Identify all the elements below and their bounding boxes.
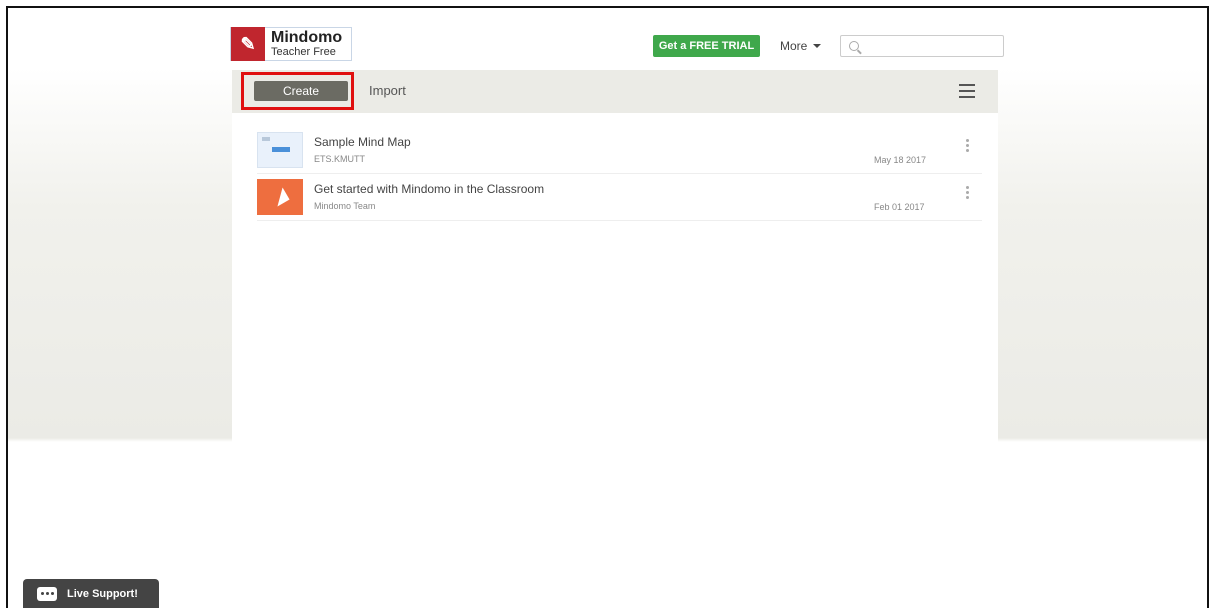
logo-subtitle: Teacher Free <box>271 46 336 58</box>
create-button[interactable]: Create <box>254 81 348 101</box>
map-date: Feb 01 2017 <box>874 202 925 212</box>
free-trial-button[interactable]: Get a FREE TRIAL <box>653 35 760 57</box>
more-options-icon[interactable] <box>966 186 970 201</box>
mind-map-thumbnail <box>257 132 303 168</box>
toolbar: Create Import <box>232 70 998 113</box>
search-icon <box>849 41 859 51</box>
live-support-label: Live Support! <box>67 587 138 600</box>
map-author: Mindomo Team <box>314 201 376 211</box>
logo-title: Mindomo <box>271 29 343 46</box>
app-frame: ✎ Mindomo Teacher Free Get a FREE TRIAL … <box>6 6 1209 608</box>
paper-plane-icon <box>270 187 290 207</box>
more-options-icon[interactable] <box>966 139 970 154</box>
chat-bubble-icon <box>37 586 57 601</box>
hamburger-menu-icon[interactable] <box>959 84 975 98</box>
map-date: May 18 2017 <box>874 155 927 165</box>
map-title[interactable]: Get started with Mindomo in the Classroo… <box>314 182 544 196</box>
maps-panel: Create Import Sample Mind Map ETS.KMUTT … <box>232 70 998 540</box>
more-menu[interactable]: More <box>780 36 822 56</box>
list-item[interactable]: Sample Mind Map ETS.KMUTT May 18 2017 <box>257 129 982 174</box>
logo-mark-icon: ✎ <box>231 27 265 61</box>
live-support-button[interactable]: Live Support! <box>23 579 159 608</box>
more-label: More <box>780 39 808 53</box>
import-link[interactable]: Import <box>369 83 406 98</box>
map-author: ETS.KMUTT <box>314 154 365 164</box>
list-item[interactable]: Get started with Mindomo in the Classroo… <box>257 176 982 221</box>
map-title[interactable]: Sample Mind Map <box>314 135 411 149</box>
paper-plane-thumbnail <box>257 179 303 215</box>
search-input[interactable] <box>840 35 1004 57</box>
mindomo-logo[interactable]: ✎ Mindomo Teacher Free <box>230 27 352 61</box>
caret-down-icon <box>813 44 822 48</box>
